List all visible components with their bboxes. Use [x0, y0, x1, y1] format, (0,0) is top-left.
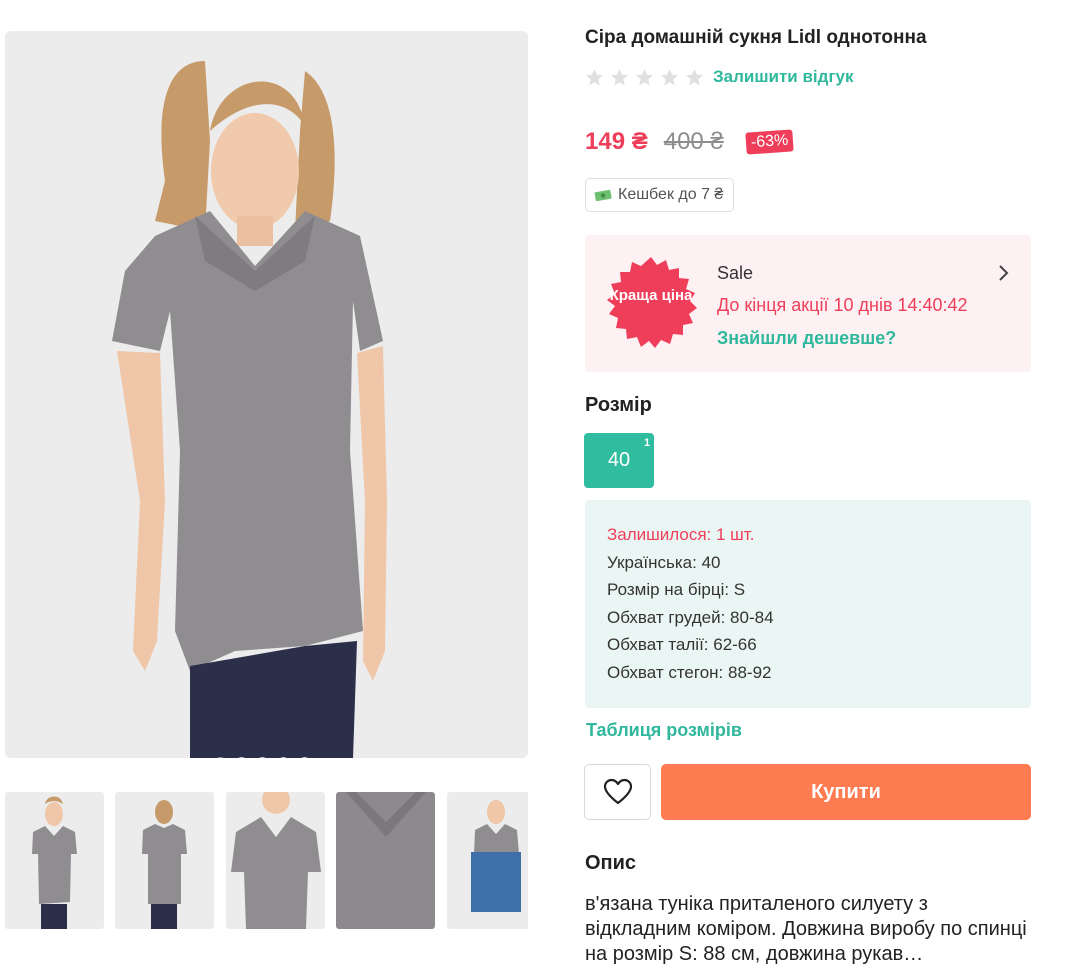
size-stock-count: 1: [644, 437, 651, 449]
star-icon[interactable]: [635, 68, 654, 87]
discount-badge: -63%: [745, 129, 794, 155]
gallery-dot[interactable]: [278, 757, 289, 758]
gallery-dot[interactable]: [299, 757, 310, 758]
add-to-favorites-button[interactable]: [584, 764, 651, 820]
leave-review-link[interactable]: Залишити відгук: [713, 67, 853, 87]
money-icon: [594, 189, 612, 202]
star-icon[interactable]: [610, 68, 629, 87]
gallery-dot[interactable]: [215, 757, 226, 758]
rating-row: Залишити відгук: [585, 65, 853, 89]
found-cheaper-link[interactable]: Знайшли дешевше?: [717, 328, 896, 349]
price-row: 149 ₴ 400 ₴ -63%: [585, 127, 794, 157]
thumbnail-back[interactable]: [115, 792, 214, 929]
sale-label: Sale: [717, 263, 754, 283]
gallery-dot[interactable]: [257, 757, 268, 758]
gallery-dots: [215, 757, 310, 758]
description-title: Опис: [585, 852, 637, 874]
sale-promo-block[interactable]: Краща ціна Sale До кінця акції 10 днів 1…: [585, 235, 1031, 372]
cashback-badge[interactable]: Кешбек до 7 ₴: [585, 178, 735, 212]
cashback-text: Кешбек до 7 ₴: [618, 186, 724, 203]
thumbnail-front[interactable]: [5, 792, 104, 929]
old-price: 400 ₴: [663, 128, 724, 155]
best-price-badge-text: Краща ціна: [609, 287, 693, 304]
star-icon[interactable]: [585, 68, 604, 87]
size-info-panel: Залишилося: 1 шт. Українська: 40 Розмір …: [585, 500, 1031, 708]
thumbnail-strip: [5, 792, 528, 929]
stock-remaining: Залишилося: 1 шт.: [607, 525, 755, 544]
gallery-dot[interactable]: [236, 757, 247, 758]
size-table-link[interactable]: Таблиця розмірів: [586, 720, 742, 741]
size-option-label: 40: [607, 449, 631, 471]
star-icon[interactable]: [685, 68, 704, 87]
thumbnail-closeup[interactable]: [226, 792, 325, 929]
heart-icon: [603, 778, 632, 805]
size-on-tag: Розмір на бірці: S: [607, 580, 746, 600]
thumbnail-fabric[interactable]: [336, 792, 435, 929]
sale-countdown: До кінця акції 10 днів 14:40:42: [717, 295, 968, 315]
thumbnail-tag[interactable]: [447, 792, 528, 929]
description-text: в'язана туніка приталеного силуету з від…: [585, 893, 1027, 965]
main-product-photo[interactable]: [5, 31, 528, 758]
chest-measure: Обхват грудей: 80-84: [607, 607, 774, 627]
current-price: 149 ₴: [585, 128, 648, 155]
star-icon[interactable]: [660, 68, 679, 87]
size-ukrainian: Українська: 40: [607, 552, 721, 572]
product-title: Сіра домашній сукня Lidl однотонна: [585, 27, 927, 48]
hips-measure: Обхват стегон: 88-92: [607, 662, 772, 682]
buy-button[interactable]: Купити: [661, 764, 1031, 820]
size-section-title: Розмір: [585, 394, 652, 416]
chevron-right-icon[interactable]: [993, 263, 1013, 283]
waist-measure: Обхват талії: 62-66: [607, 635, 757, 655]
